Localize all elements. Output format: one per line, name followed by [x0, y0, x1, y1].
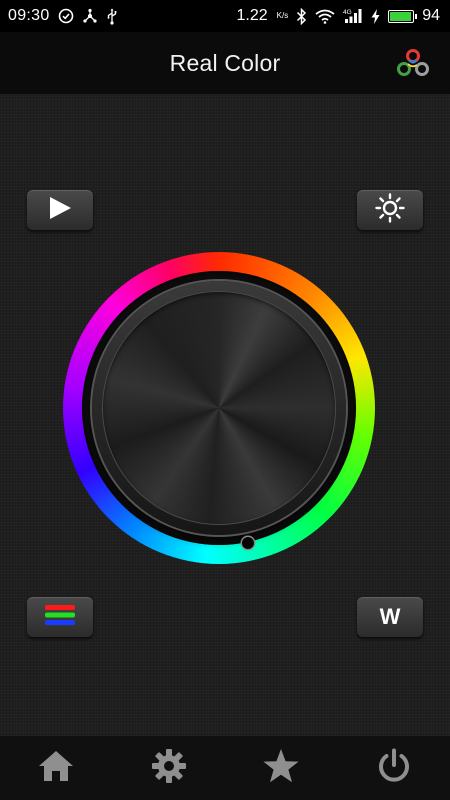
status-right: 1.22 K/s 4G 94: [237, 7, 450, 25]
knob-indicator-dot: [242, 537, 254, 549]
home-icon: [37, 749, 75, 788]
brightness-icon: [375, 192, 405, 228]
nav-favorites[interactable]: [251, 738, 311, 798]
check-circle-icon: [58, 8, 74, 24]
white-mode-label: W: [379, 604, 401, 629]
usb-icon: [106, 8, 118, 25]
share-nodes-icon: [82, 8, 98, 24]
rgb-mode-button[interactable]: [27, 597, 93, 637]
network-speed-unit: K/s: [276, 11, 289, 20]
bluetooth-icon: [296, 7, 307, 25]
gear-icon: [151, 748, 187, 789]
color-palette-icon[interactable]: [396, 48, 430, 78]
network-type-label: 4G: [343, 9, 352, 16]
star-icon: [262, 748, 300, 789]
knob-face: [102, 291, 336, 525]
status-time: 09:30: [8, 7, 50, 24]
nav-home[interactable]: [26, 738, 86, 798]
nav-settings[interactable]: [139, 738, 199, 798]
status-bar: 09:30 1.22 K/s 4G 94: [0, 0, 450, 32]
power-icon: [377, 748, 411, 789]
color-wheel[interactable]: [63, 252, 375, 564]
white-mode-button[interactable]: W: [357, 597, 423, 637]
status-left: 09:30: [0, 7, 118, 25]
rgb-lines-icon: [44, 604, 76, 631]
color-knob[interactable]: [92, 281, 346, 549]
play-button[interactable]: [27, 190, 93, 230]
wifi-icon: [315, 9, 335, 24]
brightness-button[interactable]: [357, 190, 423, 230]
app-title: Real Color: [169, 49, 281, 76]
charging-bolt-icon: [371, 8, 380, 24]
app-screen: 09:30 1.22 K/s 4G 94 Real Color W: [0, 0, 450, 800]
network-speed: 1.22: [236, 7, 268, 24]
battery-level: 94: [422, 7, 440, 24]
play-icon: [47, 195, 73, 226]
cell-signal-icon: 4G: [343, 8, 363, 24]
battery-icon: [388, 9, 418, 23]
app-bar: Real Color: [0, 32, 450, 94]
main-content: W: [0, 94, 450, 736]
battery-fill: [390, 11, 411, 21]
nav-power[interactable]: [364, 738, 424, 798]
bottom-nav: [0, 736, 450, 800]
